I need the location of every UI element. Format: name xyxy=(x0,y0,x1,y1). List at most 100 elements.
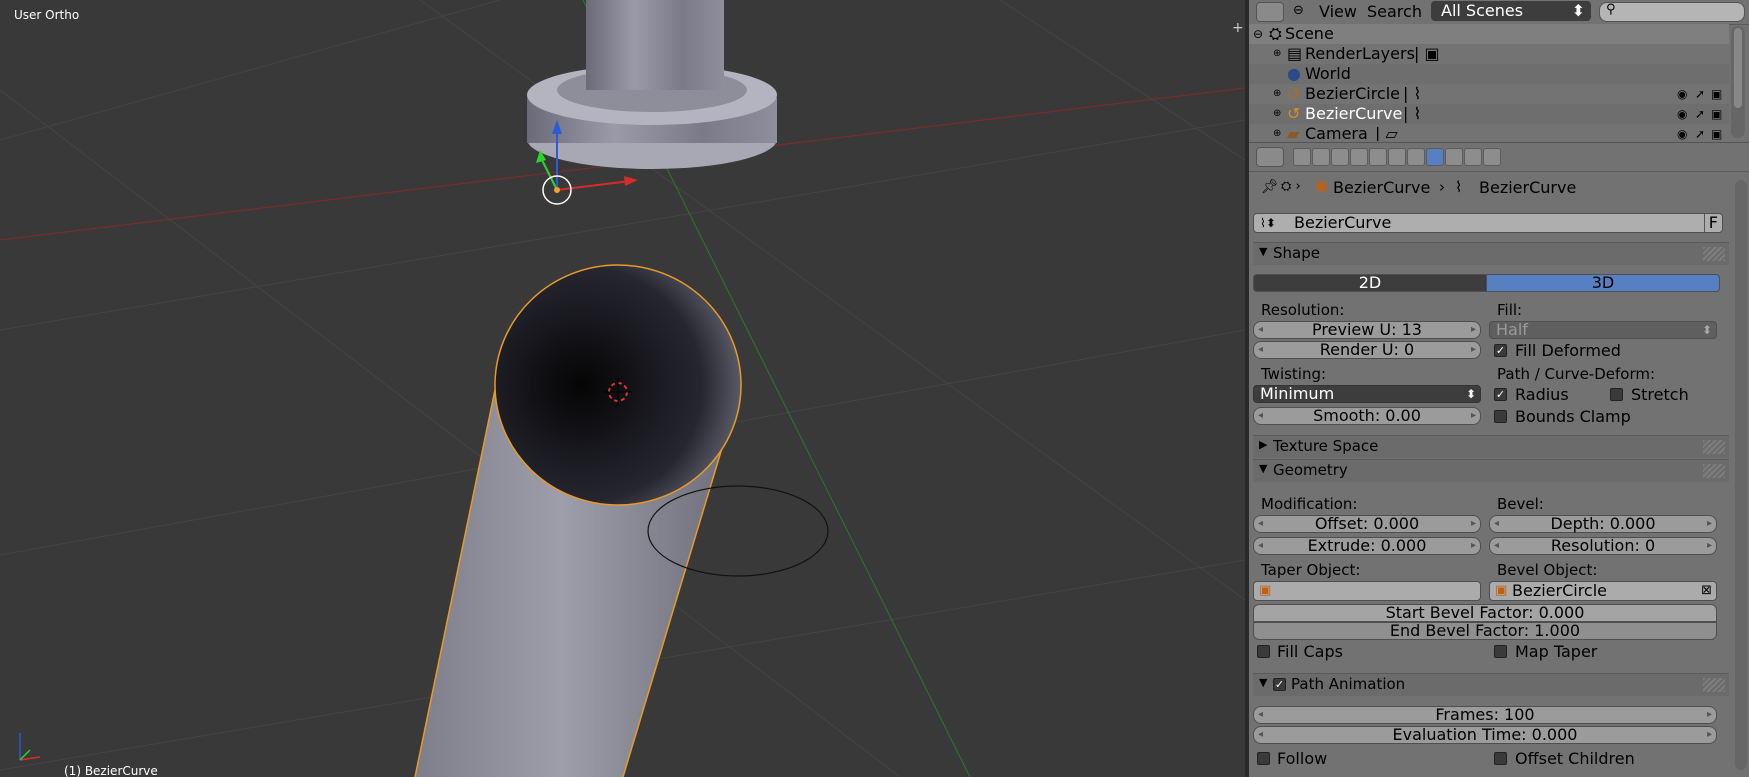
evaluation-time-field[interactable]: Evaluation Time: 0.000 xyxy=(1253,726,1717,744)
render-tab-icon[interactable] xyxy=(1293,148,1311,166)
preview-u-field[interactable]: Preview U: 13 xyxy=(1253,321,1481,339)
curve-data-tab-icon[interactable] xyxy=(1426,148,1444,166)
object-icon: ▣ xyxy=(1495,583,1508,598)
breadcrumb-separator: › xyxy=(1439,178,1445,196)
panel-title: Texture Space xyxy=(1273,437,1379,455)
fill-dropdown[interactable]: Half xyxy=(1489,321,1717,339)
stretch-checkbox[interactable] xyxy=(1610,388,1623,401)
collapse-icon[interactable]: ⊖ xyxy=(1253,24,1263,44)
datablock-name: BezierCurve xyxy=(1294,213,1392,232)
twisting-dropdown[interactable]: Minimum xyxy=(1253,385,1481,403)
axis-widget-icon xyxy=(19,733,41,761)
properties-editor: 📌︎ ⛭ › ▣ BezierCurve › ⌇ BezierCurve ⌇⬍ … xyxy=(1249,171,1733,777)
search-menu[interactable]: Search xyxy=(1367,2,1422,21)
world-tab-icon[interactable] xyxy=(1350,148,1368,166)
outliner-item-world[interactable]: ● World xyxy=(1249,64,1729,84)
mode-3d-button[interactable]: 3D xyxy=(1486,274,1720,292)
expand-icon[interactable]: ⊕ xyxy=(1273,84,1281,104)
offset-field[interactable]: Offset: 0.000 xyxy=(1253,515,1481,533)
bevel-object-field[interactable]: ▣ BezierCircle ⊠ xyxy=(1489,581,1717,601)
3d-viewport[interactable]: User Ortho (1) BezierCurve + xyxy=(0,0,1245,777)
physics-tab-icon[interactable] xyxy=(1483,148,1501,166)
follow-checkbox[interactable] xyxy=(1257,752,1270,765)
editor-type-icon[interactable] xyxy=(1256,147,1284,167)
visibility-eye-icon[interactable]: ◉ xyxy=(1677,104,1687,124)
select-arrow-icon[interactable]: ➚ xyxy=(1695,84,1705,104)
object-icon: ▣ xyxy=(1259,583,1272,598)
datablock-field[interactable]: ⌇⬍ BezierCurve F xyxy=(1253,213,1723,233)
curve-data-icon: ⌇⬍ xyxy=(1260,216,1276,230)
path-animation-panel-header[interactable]: ▼ ✓ Path Animation xyxy=(1253,673,1729,696)
end-bevel-factor-slider[interactable]: End Bevel Factor: 1.000 xyxy=(1253,622,1717,640)
mode-2d-button[interactable]: 2D xyxy=(1253,274,1487,292)
drag-grip-icon[interactable] xyxy=(1703,440,1725,454)
render-camera-icon[interactable]: ▣ xyxy=(1711,104,1722,124)
collapse-triangle-icon: ▼ xyxy=(1259,462,1268,475)
path-deform-label: Path / Curve-Deform: xyxy=(1497,365,1656,383)
path-animation-checkbox[interactable]: ✓ xyxy=(1273,678,1286,691)
outliner-item-scene[interactable]: ⊖ ⛭ Scene xyxy=(1249,24,1729,44)
viewport-plus-icon[interactable]: + xyxy=(1232,20,1244,36)
visibility-eye-icon[interactable]: ◉ xyxy=(1677,84,1687,104)
map-taper-checkbox[interactable] xyxy=(1494,645,1507,658)
smooth-field[interactable]: Smooth: 0.00 xyxy=(1253,407,1481,425)
render-camera-icon[interactable]: ▣ xyxy=(1711,84,1722,104)
drag-grip-icon[interactable] xyxy=(1703,464,1725,478)
outliner-scrollbar[interactable] xyxy=(1731,26,1745,138)
bounds-clamp-checkbox[interactable] xyxy=(1494,410,1507,423)
fill-caps-checkbox[interactable] xyxy=(1257,645,1270,658)
radius-label: Radius xyxy=(1515,385,1569,404)
radius-checkbox[interactable]: ✓ xyxy=(1494,388,1507,401)
panel-title: Shape xyxy=(1273,244,1320,262)
taper-object-field[interactable]: ▣ xyxy=(1253,581,1481,601)
shape-panel-header[interactable]: ▼ Shape xyxy=(1253,242,1729,265)
viewport-scene xyxy=(0,0,1245,777)
render-camera-icon[interactable]: ▣ xyxy=(1711,124,1722,141)
bevel-resolution-field[interactable]: Resolution: 0 xyxy=(1489,537,1717,555)
scene-tab-icon[interactable] xyxy=(1331,148,1349,166)
fake-user-button[interactable]: F xyxy=(1703,214,1718,232)
visibility-eye-icon[interactable]: ◉ xyxy=(1677,124,1687,141)
select-arrow-icon[interactable]: ➚ xyxy=(1695,124,1705,141)
clear-x-icon[interactable]: ⊠ xyxy=(1701,582,1712,600)
drag-grip-icon[interactable] xyxy=(1703,247,1725,261)
outliner-item-renderlayers[interactable]: ⊕ ▤ RenderLayers | ▣ xyxy=(1249,44,1729,64)
scene-icon: ⛭ xyxy=(1269,24,1282,43)
render-layers-tab-icon[interactable] xyxy=(1312,148,1330,166)
outliner-item-beziercurve[interactable]: ⊕ ↺ BezierCurve | ⌇ ◉ ➚ ▣ xyxy=(1249,104,1729,124)
fill-deformed-checkbox[interactable]: ✓ xyxy=(1494,344,1507,357)
outliner-item-camera[interactable]: ⊕ ▰ Camera | ▱ ◉ ➚ ▣ xyxy=(1249,124,1729,141)
scrollbar-thumb[interactable] xyxy=(1734,28,1742,108)
object-tab-icon[interactable] xyxy=(1369,148,1387,166)
texture-tab-icon[interactable] xyxy=(1464,148,1482,166)
material-tab-icon[interactable] xyxy=(1445,148,1463,166)
extrude-field[interactable]: Extrude: 0.000 xyxy=(1253,537,1481,555)
geometry-panel-header[interactable]: ▼ Geometry xyxy=(1253,459,1729,482)
resolution-label: Resolution: xyxy=(1261,301,1345,319)
offset-children-checkbox[interactable] xyxy=(1494,752,1507,765)
editor-type-icon[interactable] xyxy=(1256,2,1284,22)
start-bevel-factor-slider[interactable]: Start Bevel Factor: 0.000 xyxy=(1253,604,1717,622)
pin-icon[interactable]: 📌︎ xyxy=(1261,179,1279,195)
render-layers-icon: ▤ xyxy=(1287,44,1303,63)
expand-icon[interactable]: ⊕ xyxy=(1273,124,1281,141)
offset-children-label: Offset Children xyxy=(1515,749,1635,768)
bevel-depth-field[interactable]: Depth: 0.000 xyxy=(1489,515,1717,533)
view-menu[interactable]: View xyxy=(1319,2,1357,21)
drag-grip-icon[interactable] xyxy=(1703,678,1725,692)
render-u-field[interactable]: Render U: 0 xyxy=(1253,341,1481,359)
outliner-item-beziercircle[interactable]: ⊕ ↺ BezierCircle | ⌇ ◉ ➚ ▣ xyxy=(1249,84,1729,104)
outliner-search-input[interactable]: ⚲ xyxy=(1599,2,1745,22)
expand-icon[interactable]: ⊕ xyxy=(1273,44,1281,64)
frames-field[interactable]: Frames: 100 xyxy=(1253,706,1717,724)
constraints-tab-icon[interactable] xyxy=(1388,148,1406,166)
collapse-icon[interactable]: ⊖ xyxy=(1293,3,1304,18)
collapse-triangle-icon: ▼ xyxy=(1259,676,1268,689)
texture-space-panel-header[interactable]: ▶ Texture Space xyxy=(1253,435,1729,458)
expand-icon[interactable]: ⊕ xyxy=(1273,104,1281,124)
select-arrow-icon[interactable]: ➚ xyxy=(1695,104,1705,124)
curve-object-icon: ↺ xyxy=(1287,84,1301,103)
properties-scrollbar[interactable] xyxy=(1735,180,1747,770)
scene-selector[interactable]: All Scenes ⬍ xyxy=(1431,1,1591,21)
modifiers-tab-icon[interactable] xyxy=(1407,148,1425,166)
